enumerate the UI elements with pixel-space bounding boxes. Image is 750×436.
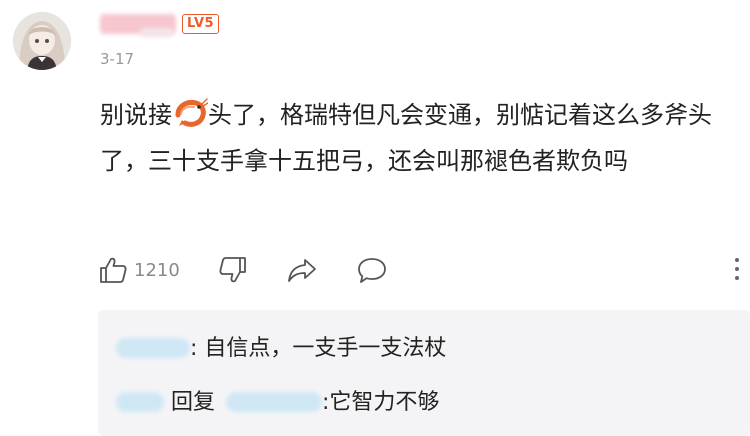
reply-list: : 自信点，一支手一支法杖 回复 :它智力不够 [98, 310, 750, 436]
avatar-anime-girl-icon [13, 12, 71, 70]
reply-item[interactable]: : 自信点，一支手一支法杖 [116, 330, 446, 362]
thumbs-up-icon [100, 257, 127, 283]
reply-target-username-blurred[interactable] [226, 392, 323, 412]
reply-item[interactable]: 回复 :它智力不够 [116, 384, 439, 416]
avatar[interactable] [13, 12, 71, 70]
comment-button[interactable] [356, 252, 388, 288]
reply-text: :它智力不够 [322, 390, 440, 415]
reply-text: : 自信点，一支手一支法杖 [190, 336, 447, 361]
reply-connector: 回复 [171, 390, 216, 415]
share-button[interactable] [286, 252, 318, 288]
reply-username-blurred[interactable] [116, 392, 164, 412]
more-vertical-icon[interactable] [733, 258, 741, 284]
comment-text: 别说接 头了，格瑞特但凡会变通，别惦记着这么多斧头了，三十支手拿十五把弓，还会叫… [100, 92, 740, 184]
share-icon [288, 259, 316, 282]
like-count: 1210 [134, 259, 180, 281]
shrimp-emoji-icon [172, 97, 209, 129]
like-button[interactable]: 1210 [98, 252, 180, 288]
comment-date: 3-17 [100, 50, 135, 68]
dislike-button[interactable] [218, 252, 248, 288]
level-badge: LV5 [182, 14, 220, 34]
reply-username-blurred[interactable] [116, 338, 190, 358]
comment-bubble-icon [358, 258, 386, 283]
username-blurred-tail [140, 28, 174, 37]
comment-text-part1: 别说接 [100, 101, 172, 129]
thumbs-down-icon [219, 257, 246, 283]
